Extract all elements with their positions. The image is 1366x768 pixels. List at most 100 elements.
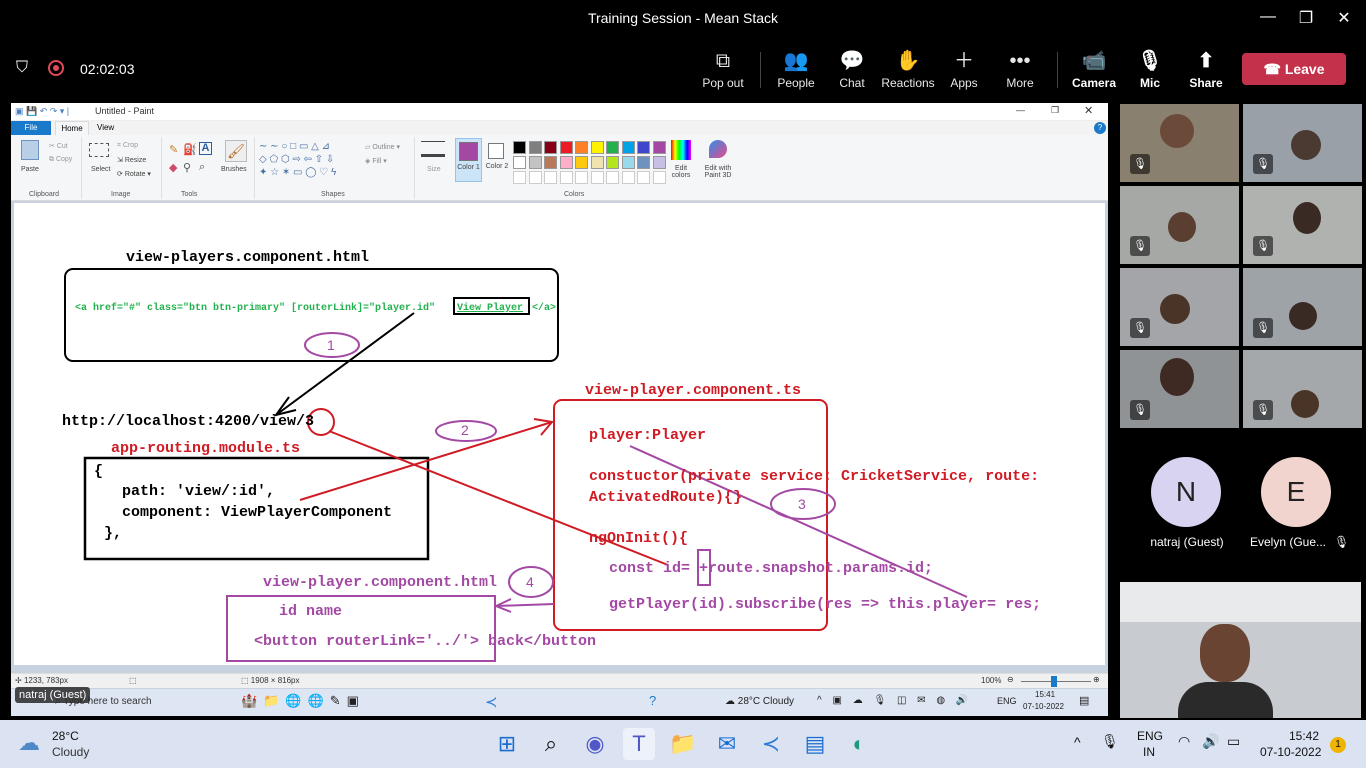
resize-button[interactable]: ⇲ Resize	[117, 156, 146, 164]
tab-home[interactable]: Home	[55, 121, 89, 135]
chat-button[interactable]: 💬 Chat	[822, 50, 882, 90]
zoom-in-button[interactable]: ⊕	[1093, 675, 1100, 684]
outlook-icon[interactable]: ✉	[711, 728, 743, 760]
palette-swatch[interactable]	[575, 156, 588, 169]
palette-swatch-empty[interactable]	[575, 171, 588, 184]
fill-icon[interactable]: ⛽	[183, 143, 197, 156]
palette-swatch[interactable]	[559, 141, 573, 154]
weather-temp[interactable]: 28°C	[52, 729, 79, 743]
palette-swatch[interactable]	[559, 156, 573, 169]
palette-swatch[interactable]	[528, 141, 542, 154]
chevron-up-icon[interactable]: ^	[1074, 734, 1081, 750]
apps-button[interactable]: ＋ Apps	[934, 50, 994, 90]
camera-button[interactable]: 📹 Camera	[1064, 50, 1124, 90]
close-button[interactable]: ✕	[1332, 8, 1356, 28]
palette-swatch[interactable]	[513, 141, 526, 154]
mic-button[interactable]: 🎙 Mic	[1120, 50, 1180, 90]
palette-swatch[interactable]	[513, 156, 526, 169]
video-tile[interactable]: 🎙	[1120, 186, 1239, 264]
palette-swatch[interactable]	[528, 156, 542, 169]
palette-swatch[interactable]	[544, 141, 557, 154]
volume-icon[interactable]: 🔊	[1202, 733, 1219, 750]
wifi-icon[interactable]: ◠	[1178, 733, 1190, 750]
palette-swatch[interactable]	[606, 156, 619, 169]
select-button[interactable]: Select	[91, 166, 110, 173]
weather-desc[interactable]: Cloudy	[52, 745, 89, 759]
video-tile[interactable]: 🎙	[1243, 268, 1362, 346]
self-video[interactable]	[1120, 582, 1361, 718]
clock-date[interactable]: 07-10-2022	[1260, 745, 1321, 759]
vscode-icon[interactable]: ≺	[485, 693, 498, 711]
maximize-button[interactable]: ❐	[1294, 8, 1318, 28]
palette-swatch[interactable]	[637, 141, 650, 154]
paint-canvas[interactable]: view-players.component.html <a href="#" …	[14, 203, 1105, 665]
video-tile[interactable]: 🎙	[1243, 104, 1362, 182]
size-button[interactable]: Size	[427, 166, 441, 173]
leave-button[interactable]: ☎ Leave	[1242, 53, 1346, 85]
popout-button[interactable]: ⧉ Pop out	[693, 50, 753, 90]
palette-swatch[interactable]	[637, 156, 650, 169]
clock-time[interactable]: 15:42	[1289, 729, 1319, 743]
lang-line2[interactable]: IN	[1143, 745, 1155, 759]
text-icon[interactable]: A	[199, 142, 212, 155]
search-icon[interactable]: ⌕	[535, 728, 567, 760]
palette-swatch-empty[interactable]	[559, 171, 573, 184]
crop-button[interactable]: ⌗ Crop	[117, 142, 138, 150]
palette-swatch[interactable]	[652, 156, 666, 169]
minimize-button[interactable]: —	[1256, 8, 1280, 26]
color2-selector[interactable]: Color 2	[486, 141, 508, 181]
palette-swatch[interactable]	[575, 141, 588, 154]
brushes-button[interactable]: Brushes	[221, 166, 247, 173]
reactions-button[interactable]: ✋ Reactions	[878, 50, 938, 90]
palette-swatch-empty[interactable]	[637, 171, 650, 184]
chat-icon[interactable]: ◉	[579, 728, 611, 760]
video-tile[interactable]: 🎙	[1243, 350, 1362, 428]
brush-icon[interactable]: 🖌	[225, 140, 247, 162]
outline-button[interactable]: ▱ Outline ▾	[365, 143, 400, 151]
palette-swatch[interactable]	[544, 156, 557, 169]
notification-badge[interactable]: 1	[1330, 737, 1346, 753]
magnifier-icon[interactable]: ⌕	[199, 161, 205, 174]
color1-selector[interactable]: Color 1	[455, 138, 482, 182]
mic-off-icon[interactable]: 🎙	[1101, 733, 1119, 750]
video-tile[interactable]: 🎙	[1120, 268, 1239, 346]
cut-button[interactable]: ✂ Cut	[49, 142, 68, 150]
pencil-icon[interactable]: ✎	[169, 143, 178, 156]
video-tile[interactable]: 🎙	[1120, 104, 1239, 182]
battery-icon[interactable]: ▭	[1227, 733, 1240, 750]
color-picker-icon[interactable]: ⚲	[183, 161, 191, 174]
palette-swatch-empty[interactable]	[513, 171, 526, 184]
people-button[interactable]: 👥 People	[766, 50, 826, 90]
palette-swatch[interactable]	[590, 141, 604, 154]
palette-swatch-empty[interactable]	[528, 171, 542, 184]
paint-minimize[interactable]: —	[1016, 105, 1025, 115]
palette-swatch[interactable]	[621, 141, 635, 154]
palette-swatch[interactable]	[652, 141, 666, 154]
tab-view[interactable]: View	[97, 123, 114, 132]
palette-swatch-empty[interactable]	[544, 171, 557, 184]
palette-swatch[interactable]	[621, 156, 635, 169]
video-tile[interactable]: 🎙	[1120, 350, 1239, 428]
palette-swatch[interactable]	[590, 156, 604, 169]
palette-swatch[interactable]	[606, 141, 619, 154]
eraser-icon[interactable]: ◆	[169, 161, 177, 174]
rotate-button[interactable]: ⟳ Rotate ▾	[117, 170, 151, 178]
copy-button[interactable]: ⧉ Copy	[49, 156, 72, 164]
teams-icon[interactable]: T	[623, 728, 655, 760]
paint-close[interactable]: ✕	[1084, 104, 1093, 117]
lang-line1[interactable]: ENG	[1137, 729, 1163, 743]
tab-file[interactable]: File	[11, 121, 51, 135]
palette-swatch-empty[interactable]	[606, 171, 619, 184]
share-button[interactable]: ⬆ Share	[1176, 50, 1236, 90]
zoom-thumb[interactable]	[1051, 676, 1057, 687]
palette-swatch-empty[interactable]	[621, 171, 635, 184]
paste-button[interactable]: Paste	[21, 166, 39, 173]
start-icon[interactable]: ⊞	[491, 728, 523, 760]
zoom-out-button[interactable]: ⊖	[1007, 675, 1014, 684]
video-tile[interactable]: 🎙	[1243, 186, 1362, 264]
folder-icon[interactable]: 📁	[667, 728, 699, 760]
more-button[interactable]: ••• More	[990, 50, 1050, 90]
help-icon[interactable]: ?	[1094, 122, 1106, 134]
paint3d-button[interactable]: Edit with Paint 3D	[701, 165, 735, 179]
shapes-gallery[interactable]: ∼ ∼ ○ □ ▭ △ ⊿ ◇ ⬠ ⬡ ⇨ ⇦ ⇧ ⇩ ✦ ☆ ✶ ▭ ◯ ♡ ϟ	[259, 140, 364, 179]
